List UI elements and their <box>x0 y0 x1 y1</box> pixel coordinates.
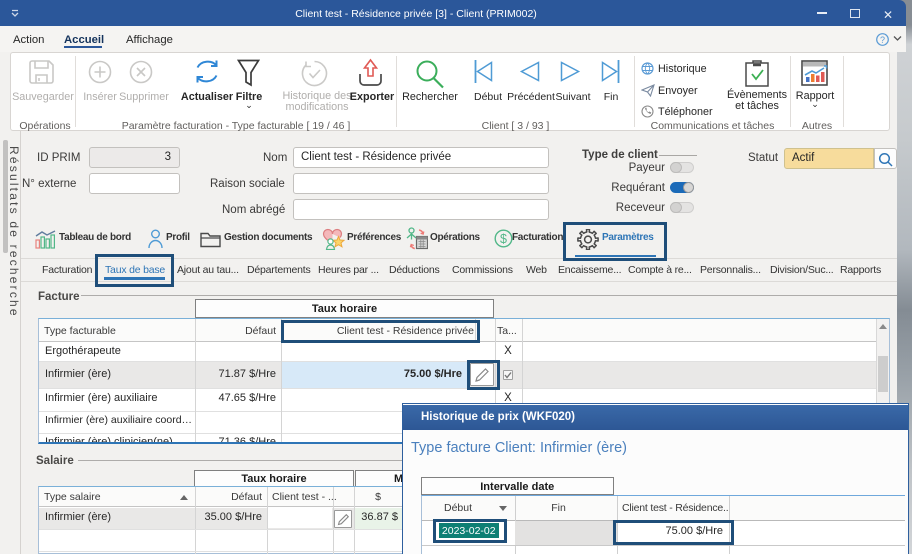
svg-text:$: $ <box>500 232 507 246</box>
svg-text:?: ? <box>880 35 885 45</box>
